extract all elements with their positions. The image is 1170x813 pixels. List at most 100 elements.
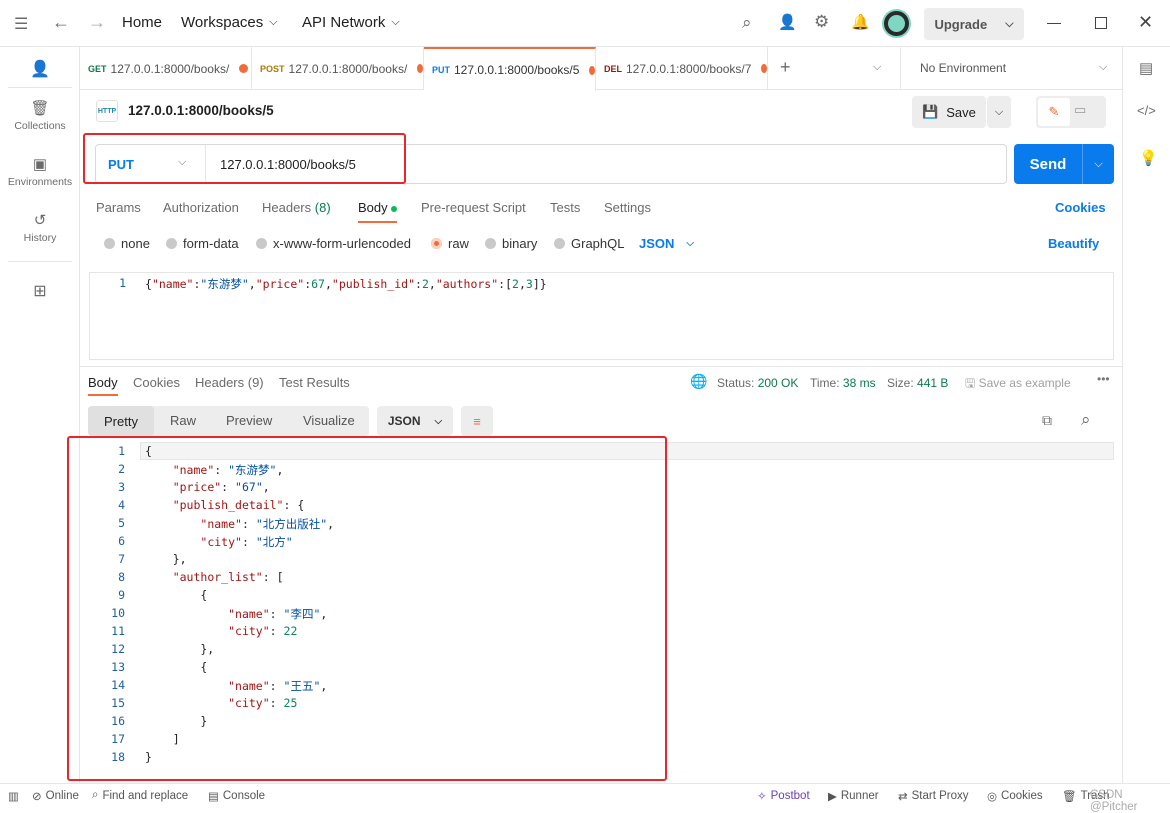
copy-icon[interactable]: ⧉ [1042,412,1052,429]
runner-label: Runner [840,790,879,802]
home-link[interactable]: Home [122,14,162,31]
radio-binary[interactable]: binary [485,236,537,251]
request-name[interactable]: 127.0.0.1:8000/books/5 [128,103,274,118]
upgrade-button[interactable]: Upgrade ⌵ [924,8,1024,40]
more-options-icon[interactable]: ••• [1097,372,1110,386]
view-raw[interactable]: Raw [170,413,196,428]
postbot-button[interactable]: ✧ Postbot [757,789,810,803]
chevron-down-icon: ⌵ [1099,61,1108,73]
minimize-button[interactable] [1047,23,1061,24]
send-button[interactable]: Send [1014,144,1082,184]
comment-icon[interactable]: ▭ [1074,102,1086,118]
method-select[interactable]: PUT ⌵ [96,145,206,183]
response-tab-body[interactable]: Body [88,375,118,396]
environment-label: No Environment [920,61,1007,75]
format-select[interactable]: JSON ⌵ [639,236,694,251]
workspaces-menu[interactable]: Workspaces ⌵ [181,14,278,31]
online-status[interactable]: ⊘ Online [32,789,79,803]
tab-settings[interactable]: Settings [604,200,651,215]
console-icon: ▤ [208,791,219,803]
toggle-sidebar-icon[interactable]: ▥ [8,789,19,803]
tab-put[interactable]: PUT 127.0.0.1:8000/books/5 [424,47,596,91]
sidebar-item-collections[interactable]: 🗑 Collections [0,99,80,132]
cookies-link[interactable]: Cookies [1055,200,1106,215]
tab-get[interactable]: GET 127.0.0.1:8000/books/ [80,47,252,90]
save-as-example-button[interactable]: 🖫 Save as example [965,374,1071,395]
pencil-icon[interactable]: ✎ [1038,98,1070,126]
time-value: 38 ms [842,376,876,390]
api-network-menu[interactable]: API Network ⌵ [302,14,400,31]
sidebar-item-account[interactable]: 👤 [0,59,80,79]
search-icon[interactable]: ⌕ [742,13,752,33]
lightbulb-icon[interactable]: 💡 [1139,149,1158,167]
runner-button[interactable]: ▶ Runner [828,789,879,803]
console-button[interactable]: ▤ Console [208,789,265,803]
sidebar-item-configure[interactable]: ⊞ [0,281,80,301]
back-arrow-icon[interactable]: ← [52,12,70,33]
bell-icon[interactable]: 🔔 [851,13,870,31]
tab-post[interactable]: POST 127.0.0.1:8000/books/ [252,47,424,90]
url-input[interactable]: 127.0.0.1:8000/books/5 [220,157,356,172]
tab-tests[interactable]: Tests [550,200,580,215]
environment-quick-look-icon[interactable]: ▤ [1139,59,1153,77]
time-label: Time: [810,376,840,390]
radio-graphql[interactable]: GraphQL [554,236,624,251]
globe-icon[interactable]: 🌐 [690,373,707,390]
menu-icon[interactable]: ☰ [14,14,28,34]
invite-user-icon[interactable]: 👤 [778,13,797,31]
view-visualize[interactable]: Visualize [303,413,355,428]
tab-del[interactable]: DEL 127.0.0.1:8000/books/7 [596,47,768,90]
gear-icon[interactable]: ⚙ [814,12,829,32]
tabs-dropdown-icon[interactable]: ⌵ [873,61,881,74]
response-tab-cookies[interactable]: Cookies [133,375,180,390]
radio-raw[interactable]: raw [431,236,469,251]
cookies-button[interactable]: ◎ Cookies [987,789,1043,803]
response-tab-headers[interactable]: Headers (9) [195,375,264,390]
environment-icon: ▣ [32,156,48,173]
tab-params[interactable]: Params [96,200,141,215]
avatar[interactable] [884,11,909,36]
view-preview[interactable]: Preview [226,413,272,428]
sidebar-item-environments[interactable]: ▣ Environments [0,155,80,188]
chevron-down-icon: ⌵ [686,238,694,249]
new-tab-plus-icon[interactable]: + [780,57,791,78]
radio-form-data[interactable]: form-data [166,236,239,251]
wrap-lines-button[interactable]: ≡ [461,406,493,436]
radio-urlencoded[interactable]: x-www-form-urlencoded [256,236,411,251]
request-body-code: {"name":"东游梦","price":67,"publish_id":2,… [145,277,547,291]
tab-pre-request-script[interactable]: Pre-request Script [421,200,526,215]
response-tab-test-results[interactable]: Test Results [279,375,350,390]
environment-selector[interactable]: No Environment ⌵ [900,47,1122,90]
unsaved-dot [761,64,767,73]
chevron-down-icon: ⌵ [178,156,187,168]
response-format-select[interactable]: JSON ⌵ [377,406,453,436]
sidebar-item-history[interactable]: ↺ History [0,211,80,244]
line-number: 18 [111,750,125,764]
tab-url: 127.0.0.1:8000/books/7 [626,61,752,76]
trash-can-icon: 🗑 [30,100,50,117]
radio-none[interactable]: none [104,236,150,251]
start-proxy-label: Start Proxy [911,790,969,802]
forward-arrow-icon[interactable]: → [88,12,106,33]
beautify-button[interactable]: Beautify [1048,236,1099,251]
tab-authorization[interactable]: Authorization [163,200,239,215]
view-pretty[interactable]: Pretty [88,406,154,436]
line-number: 11 [111,624,125,638]
close-window-button[interactable]: ✕ [1138,12,1153,33]
save-button[interactable]: 💾 Save [912,96,986,128]
code-icon[interactable]: </> [1137,103,1156,118]
find-replace-button[interactable]: ⌕ Find and replace [92,789,188,802]
request-body-editor[interactable]: 1 {"name":"东游梦","price":67,"publish_id":… [89,272,1114,360]
tab-body[interactable]: Body [358,200,398,223]
http-icon: HTTP [96,100,118,122]
line-number: 5 [118,516,125,530]
send-options-button[interactable]: ⌵ [1082,144,1114,184]
save-label: Save [946,104,976,120]
tab-headers[interactable]: Headers (8) [262,200,331,215]
start-proxy-button[interactable]: ⇄ Start Proxy [898,789,969,803]
save-options-button[interactable]: ⌵ [987,96,1011,128]
radio-label: none [121,236,150,251]
search-icon[interactable]: ⌕ [1081,410,1091,430]
maximize-button[interactable] [1095,17,1107,29]
status-label: Status: [717,376,755,390]
